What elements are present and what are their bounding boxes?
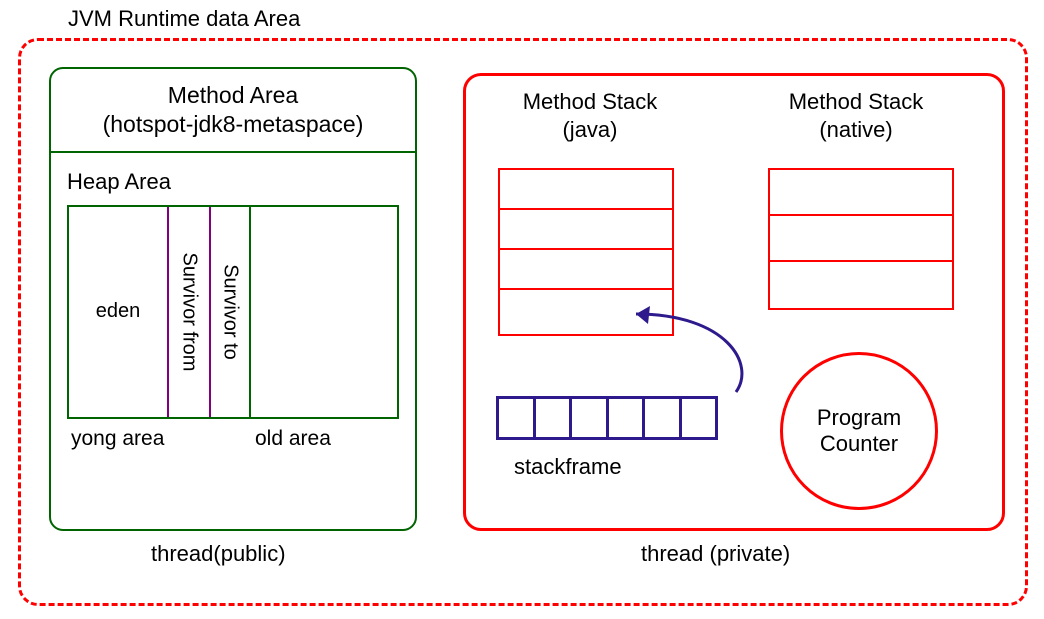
heap-area-labels: yong area old area (51, 419, 415, 451)
method-area-subtitle: (hotspot-jdk8-metaspace) (51, 110, 415, 139)
native-stack-box (768, 168, 954, 310)
thread-public-caption: thread(public) (151, 541, 286, 567)
stackframe-cells (496, 396, 718, 440)
stackframe-cell (645, 399, 682, 437)
java-stack-frame (500, 170, 672, 210)
pc-line1: Program (817, 405, 901, 431)
pc-line2: Counter (817, 431, 901, 457)
ms-java-line2: (java) (490, 116, 690, 144)
heap-area-label: Heap Area (51, 153, 415, 205)
survivor-to-label: Survivor to (219, 264, 242, 360)
stackframe-cell (609, 399, 646, 437)
stackframe-cell (682, 399, 716, 437)
java-stack-box (498, 168, 674, 336)
old-area-label: old area (245, 427, 399, 451)
heap-box: eden Survivor from Survivor to (67, 205, 399, 419)
native-stack-frame (770, 170, 952, 216)
thread-private-box: Method Stack (java) Method Stack (native… (463, 73, 1005, 531)
method-stack-native-label: Method Stack (native) (756, 88, 956, 143)
native-stack-frame (770, 216, 952, 262)
survivor-to-cell: Survivor to (211, 207, 251, 417)
diagram-title: JVM Runtime data Area (68, 6, 300, 32)
yong-area-label: yong area (67, 427, 245, 451)
stackframe-cell (536, 399, 573, 437)
thread-private-caption: thread (private) (641, 541, 790, 567)
ms-native-line1: Method Stack (756, 88, 956, 116)
stackframe-label: stackframe (514, 454, 622, 480)
stackframe-cell (499, 399, 536, 437)
survivor-from-cell: Survivor from (167, 207, 211, 417)
method-area-title: Method Area (51, 81, 415, 110)
java-stack-frame (500, 210, 672, 250)
method-area: Method Area (hotspot-jdk8-metaspace) (51, 69, 415, 139)
eden-cell: eden (69, 207, 167, 417)
stackframe-cell (572, 399, 609, 437)
ms-native-line2: (native) (756, 116, 956, 144)
runtime-data-area-box: Method Area (hotspot-jdk8-metaspace) Hea… (18, 38, 1028, 606)
program-counter-circle: Program Counter (780, 352, 938, 510)
ms-java-line1: Method Stack (490, 88, 690, 116)
java-stack-frame (500, 250, 672, 290)
survivor-from-label: Survivor from (178, 252, 201, 371)
method-stack-java-label: Method Stack (java) (490, 88, 690, 143)
thread-public-box: Method Area (hotspot-jdk8-metaspace) Hea… (49, 67, 417, 531)
